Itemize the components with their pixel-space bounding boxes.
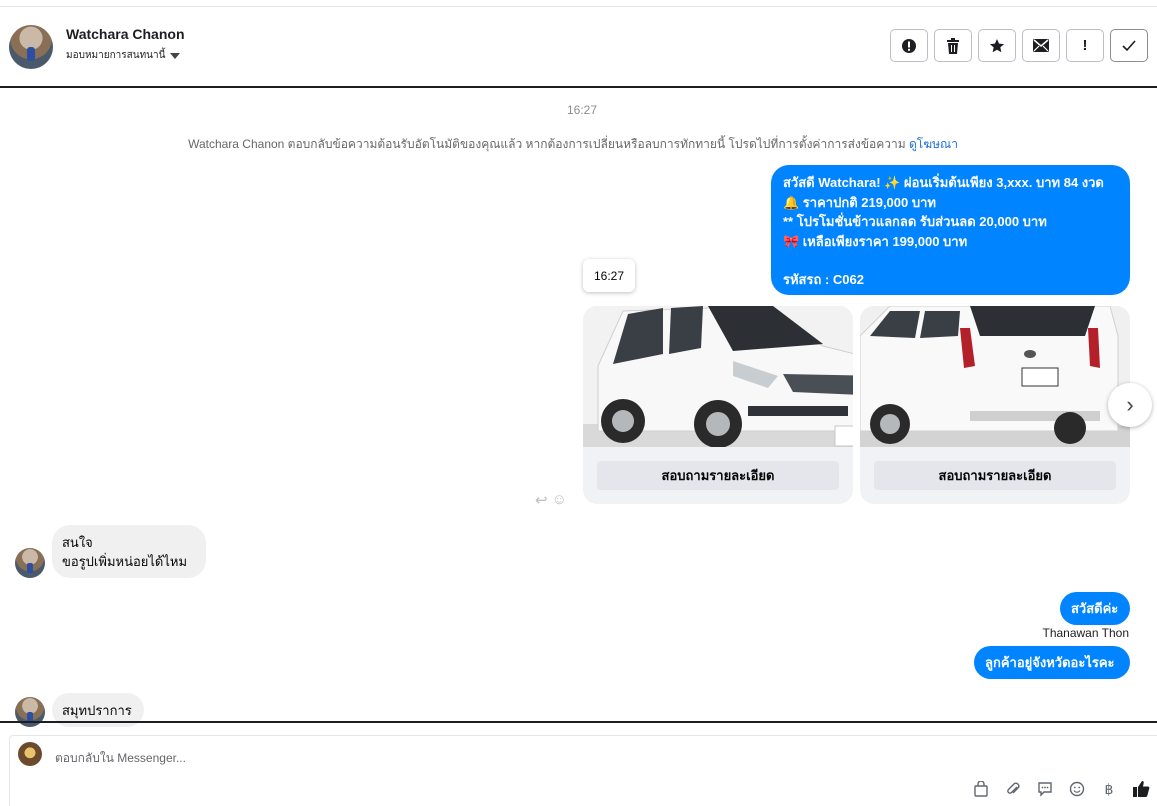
incoming-line: สนใจ	[62, 535, 93, 550]
contact-avatar-small	[15, 548, 45, 578]
trash-icon	[947, 37, 959, 54]
card-cta-button[interactable]: สอบถามรายละเอียด	[874, 461, 1116, 490]
promo-line: 🎀 เหลือเพียงราคา 199,000 บาท	[783, 233, 968, 249]
mail-icon	[1033, 39, 1049, 52]
promo-line: สวัสดี Watchara! ✨ ผ่อนเริ่มต้นเพียง 3,x…	[783, 175, 1104, 190]
alert-circle-icon	[902, 38, 916, 53]
car-card[interactable]: สอบถามรายละเอียด	[860, 306, 1130, 504]
star-button[interactable]	[978, 29, 1016, 62]
chat-icon[interactable]	[1035, 779, 1055, 799]
assign-conversation-dropdown[interactable]: มอบหมายการสนทนานี้	[66, 48, 181, 63]
page-avatar	[18, 742, 42, 766]
header-divider	[0, 86, 1157, 88]
promo-message[interactable]: สวัสดี Watchara! ✨ ผ่อนเริ่มต้นเพียง 3,x…	[771, 165, 1130, 295]
follow-up-button[interactable]: !	[1066, 29, 1104, 62]
check-icon	[1122, 39, 1136, 51]
contact-name[interactable]: Watchara Chanon	[66, 26, 185, 42]
card-cta-button[interactable]: สอบถามรายละเอียด	[597, 461, 839, 490]
mark-unread-button[interactable]	[1022, 29, 1060, 62]
mark-spam-button[interactable]	[890, 29, 928, 62]
conversation-header: Watchara Chanon มอบหมายการสนทนานี้ !	[0, 7, 1157, 87]
baht-icon[interactable]: ฿	[1099, 779, 1119, 799]
promo-line-blank	[783, 251, 1118, 270]
assign-label: มอบหมายการสนทนานี้	[66, 50, 166, 61]
message-tools: ↩ ☺	[535, 491, 567, 509]
mark-done-button[interactable]	[1110, 29, 1148, 62]
carousel-next-button[interactable]: ›	[1108, 383, 1152, 427]
emoji-icon[interactable]	[1067, 779, 1087, 799]
incoming-message[interactable]: สนใจ ขอรูปเพิ่มหน่อยได้ไหม	[52, 525, 206, 578]
composer: ตอบกลับใน Messenger... ฿	[9, 735, 1157, 806]
outgoing-message[interactable]: สวัสดีค่ะ	[1060, 592, 1130, 625]
composer-divider	[0, 721, 1157, 723]
promo-line: ** โปรโมชั่นข้าวแลกลด รับส่วนลด 20,000 บ…	[783, 214, 1047, 229]
system-note: Watchara Chanon ตอบกลับข้อความต้อนรับอัต…	[0, 135, 1146, 154]
exclamation-icon: !	[1082, 37, 1088, 54]
composer-tools: ฿	[971, 779, 1151, 799]
outgoing-message[interactable]: ลูกค้าอยู่จังหวัดอะไรคะ	[974, 646, 1130, 679]
time-tooltip: 16:27	[583, 259, 635, 292]
bag-icon[interactable]	[971, 779, 991, 799]
car-front-image	[583, 306, 853, 447]
promo-line: รหัสรถ : C062	[783, 272, 864, 287]
paperclip-icon[interactable]	[1003, 779, 1023, 799]
contact-avatar[interactable]	[9, 25, 53, 69]
thumbs-up-icon[interactable]	[1131, 779, 1151, 799]
view-ad-link[interactable]: ดูโฆษณา	[909, 137, 958, 151]
sender-name: Thanawan Thon	[1042, 626, 1129, 640]
star-icon	[989, 38, 1005, 52]
system-note-text: Watchara Chanon ตอบกลับข้อความต้อนรับอัต…	[188, 137, 906, 151]
header-actions: !	[890, 29, 1148, 62]
car-card[interactable]: สอบถามรายละเอียด	[583, 306, 853, 504]
delete-button[interactable]	[934, 29, 972, 62]
reply-input[interactable]: ตอบกลับใน Messenger...	[55, 749, 186, 768]
reply-icon[interactable]: ↩	[535, 491, 548, 509]
caret-down-icon	[170, 52, 181, 59]
conversation-timestamp: 16:27	[566, 103, 598, 117]
promo-line: 🔔 ราคาปกติ 219,000 บาท	[783, 194, 936, 210]
car-rear-image	[860, 306, 1130, 447]
incoming-line: ขอรูปเพิ่มหน่อยได้ไหม	[62, 554, 188, 569]
emoji-react-icon[interactable]: ☺	[552, 491, 567, 509]
chevron-right-icon: ›	[1126, 392, 1134, 417]
